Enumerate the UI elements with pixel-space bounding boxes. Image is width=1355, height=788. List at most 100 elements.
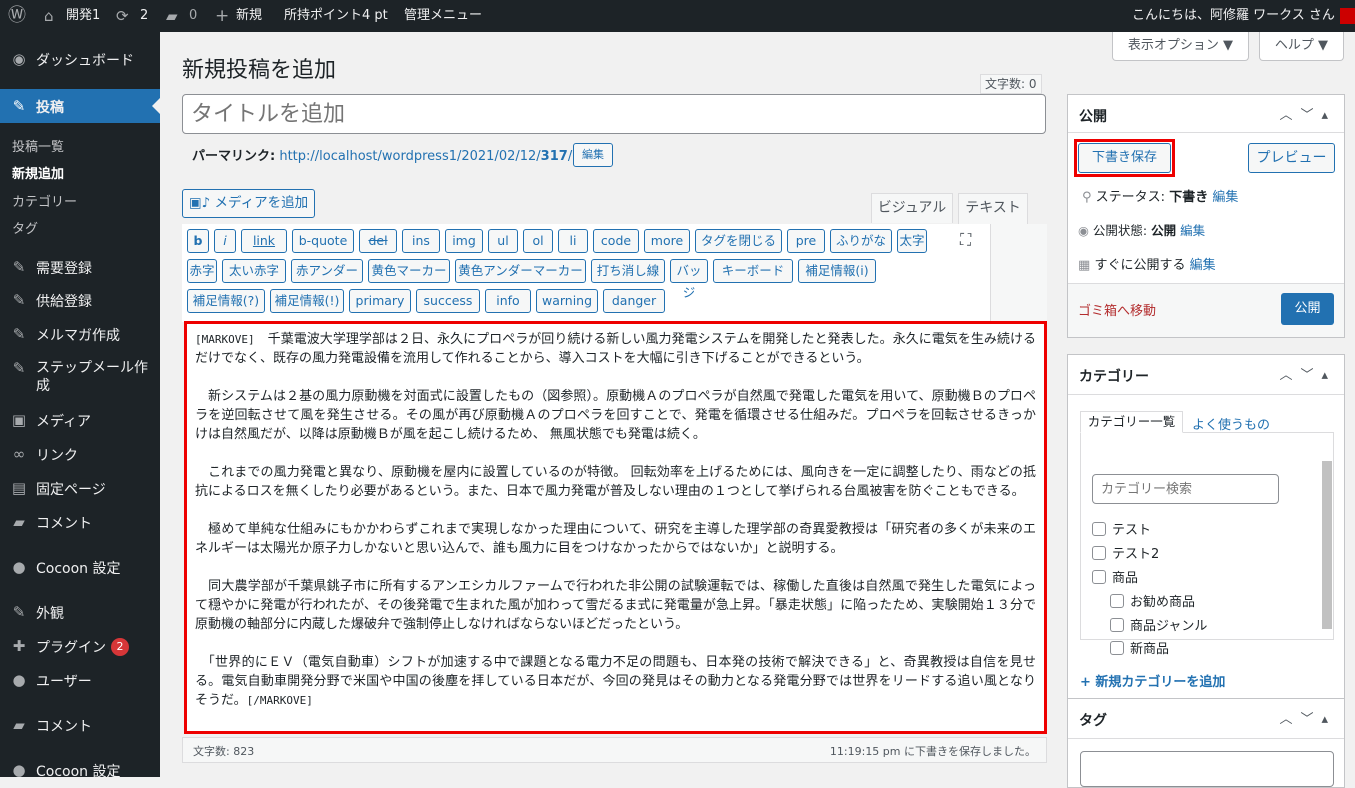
tab-visual[interactable]: ビジュアル <box>871 193 953 223</box>
quicktag-button[interactable]: del <box>359 229 397 253</box>
category-item[interactable]: テスト <box>1092 519 1151 538</box>
quicktag-button[interactable]: warning <box>536 289 598 313</box>
quicktag-button[interactable]: success <box>416 289 480 313</box>
quicktag-button[interactable]: 補足情報(?) <box>187 289 265 313</box>
quicktag-button[interactable]: more <box>644 229 690 253</box>
quicktag-button[interactable]: 赤アンダー <box>291 259 363 283</box>
category-search-input[interactable] <box>1092 474 1279 504</box>
quicktag-button[interactable]: 打ち消し線 <box>591 259 665 283</box>
quicktag-button[interactable]: ins <box>402 229 440 253</box>
quicktag-button[interactable]: primary <box>349 289 411 313</box>
permalink-url[interactable]: http://localhost/wordpress1/2021/02/12/ <box>279 149 540 164</box>
publish-button[interactable]: 公開 <box>1281 293 1334 325</box>
quicktag-button[interactable]: ul <box>488 229 518 253</box>
checkbox[interactable] <box>1092 570 1106 584</box>
category-scrollbar[interactable] <box>1322 461 1332 629</box>
save-draft-button[interactable]: 下書き保存 <box>1078 143 1171 173</box>
sidebar-item-step-mail[interactable]: ✎ ステップメール作成 <box>0 359 160 397</box>
title-input[interactable] <box>182 94 1046 134</box>
checkbox[interactable] <box>1110 641 1124 655</box>
checkbox[interactable] <box>1092 546 1106 560</box>
quicktag-button[interactable]: 太い赤字 <box>222 259 286 283</box>
sidebar-sub-tags[interactable]: タグ <box>12 218 38 237</box>
sidebar-item-posts[interactable]: ✎ 投稿 <box>0 89 160 123</box>
cocoon-icon: ● <box>12 761 26 779</box>
greeting[interactable]: こんにちは、阿修羅 ワークス さん <box>1132 0 1335 32</box>
quicktag-button[interactable]: キーボード <box>713 259 793 283</box>
sidebar-item-dashboard[interactable]: ◉ ダッシュボード <box>0 50 160 70</box>
paragraph-5: 同大農学部が千葉県銚子市に所有するアンエシカルファームで行われた非公開の試験運転… <box>195 579 1036 632</box>
permalink-edit-button[interactable]: 編集 <box>573 143 613 167</box>
quicktag-button[interactable]: pre <box>787 229 825 253</box>
page-icon: ▤ <box>11 479 27 497</box>
panel-arrows-icon[interactable]: ︿﹀▴ <box>1279 708 1336 727</box>
trash-link[interactable]: ゴミ箱へ移動 <box>1078 300 1156 319</box>
quicktag-button[interactable]: li <box>558 229 588 253</box>
quicktag-button[interactable]: バッジ <box>670 259 708 300</box>
quicktag-button[interactable]: ふりがな <box>830 229 892 253</box>
quicktag-button[interactable]: 補足情報(i) <box>798 259 876 283</box>
tab-all-categories[interactable]: カテゴリー一覧 <box>1080 411 1183 433</box>
sidebar-sub-all-posts[interactable]: 投稿一覧 <box>12 136 64 155</box>
quicktag-button[interactable]: info <box>485 289 531 313</box>
screen-options-button[interactable]: 表示オプション ▼ <box>1112 32 1249 61</box>
quicktag-button[interactable]: ol <box>523 229 553 253</box>
quicktag-button[interactable]: タグを閉じる <box>695 229 782 253</box>
quicktag-button[interactable]: b <box>187 229 209 253</box>
schedule-edit-link[interactable]: 編集 <box>1190 258 1216 273</box>
admin-menu[interactable]: 管理メニュー <box>404 0 482 32</box>
quicktag-button[interactable]: danger <box>603 289 665 313</box>
fullscreen-icon[interactable]: ⛶ <box>960 230 971 250</box>
checkbox[interactable] <box>1110 594 1124 608</box>
wordpress-logo-icon[interactable]: Ⓦ <box>8 0 26 32</box>
new-content[interactable]: 新規 <box>236 0 262 32</box>
checkbox[interactable] <box>1110 618 1124 632</box>
quicktag-button[interactable]: 黄色アンダーマーカー <box>455 259 586 283</box>
pin-icon: ⚲ <box>1082 190 1092 205</box>
category-panel: カテゴリー︿﹀▴ カテゴリー一覧 よく使うもの テスト テスト2 商品 お勧め商… <box>1067 354 1345 706</box>
permalink-slug[interactable]: 317 <box>541 149 568 164</box>
status-edit-link[interactable]: 編集 <box>1212 190 1238 205</box>
panel-arrows-icon[interactable]: ︿﹀▴ <box>1279 364 1336 383</box>
tab-popular-categories[interactable]: よく使うもの <box>1192 414 1270 433</box>
text-editor[interactable]: [MARKOVE] 千葉電波大学理学部は２日、永久にプロペラが回り続ける新しい風… <box>184 321 1047 734</box>
quicktag-button[interactable]: code <box>593 229 639 253</box>
quicktag-button[interactable]: b-quote <box>292 229 354 253</box>
pin-icon: ✎ <box>12 325 26 343</box>
category-item[interactable]: 商品 <box>1092 567 1138 586</box>
paragraph-3: これまでの風力発電と異なり、原動機を屋内に設置しているのが特徴。 回転効率を上げ… <box>195 465 1036 499</box>
category-item[interactable]: テスト2 <box>1092 543 1159 562</box>
panel-arrows-icon[interactable]: ︿﹀▴ <box>1279 104 1336 123</box>
paragraph-1: 千葉電波大学理学部は２日、永久にプロペラが回り続ける新しい風力発電システムを開発… <box>195 332 1036 366</box>
sidebar-sub-add-new[interactable]: 新規追加 <box>12 163 64 182</box>
site-name[interactable]: 開発1 <box>66 0 100 32</box>
quicktag-button[interactable]: link <box>241 229 287 253</box>
comments-count[interactable]: 0 <box>189 0 197 32</box>
preview-button[interactable]: プレビュー <box>1248 143 1335 173</box>
tag-input[interactable] <box>1080 751 1334 787</box>
add-category-link[interactable]: + 新規カテゴリーを追加 <box>1080 671 1225 690</box>
quicktag-button[interactable]: i <box>214 229 236 253</box>
visibility-edit-link[interactable]: 編集 <box>1180 223 1205 238</box>
points[interactable]: 所持ポイント4 pt <box>284 0 388 32</box>
user-icon: ● <box>12 671 26 689</box>
add-media-button[interactable]: ▣♪ メディアを追加 <box>182 189 315 218</box>
permalink: パーマリンク: http://localhost/wordpress1/2021… <box>192 149 573 164</box>
category-item[interactable]: 商品ジャンル <box>1110 615 1207 634</box>
quicktag-button[interactable]: 太字 <box>897 229 927 253</box>
checkbox[interactable] <box>1092 522 1106 536</box>
category-item[interactable]: 新商品 <box>1110 638 1169 657</box>
sidebar-sub-categories[interactable]: カテゴリー <box>12 191 77 210</box>
category-item[interactable]: お勧め商品 <box>1110 591 1195 610</box>
quicktag-button[interactable]: 黄色マーカー <box>368 259 450 283</box>
brush-icon: ✎ <box>12 603 26 621</box>
updates-count[interactable]: 2 <box>140 0 148 32</box>
link-icon: ∞ <box>12 445 26 463</box>
tab-text[interactable]: テキスト <box>958 193 1028 224</box>
avatar[interactable] <box>1340 8 1355 24</box>
help-button[interactable]: ヘルプ ▼ <box>1259 32 1344 61</box>
quicktag-button[interactable]: img <box>445 229 483 253</box>
quicktag-button[interactable]: 補足情報(!) <box>270 289 344 313</box>
publish-schedule: ▦ すぐに公開する 編集 <box>1078 258 1216 273</box>
quicktag-button[interactable]: 赤字 <box>187 259 217 283</box>
